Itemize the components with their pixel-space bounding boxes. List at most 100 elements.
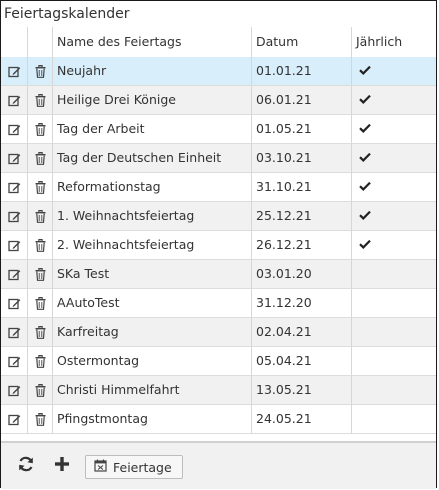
delete-button[interactable] [28, 144, 53, 172]
edit-icon [7, 268, 21, 281]
delete-button[interactable] [28, 405, 53, 433]
table-row[interactable]: Pfingstmontag 24.05.21 [1, 405, 436, 434]
trash-icon [35, 296, 46, 310]
holiday-name: Tag der Arbeit [53, 115, 252, 143]
header-edit-column [1, 27, 28, 57]
trash-icon [35, 325, 46, 339]
holiday-name: SKa Test [53, 260, 252, 288]
edit-button[interactable] [1, 57, 28, 85]
delete-button[interactable] [28, 173, 53, 201]
trash-icon [35, 122, 46, 136]
grid-toolbar: Feiertage [1, 441, 436, 489]
refresh-button[interactable] [15, 455, 37, 477]
holiday-date: 31.12.20 [252, 289, 352, 317]
holiday-date: 26.12.21 [252, 231, 352, 259]
holiday-name: Ostermontag [53, 347, 252, 375]
holiday-name: 2. Weihnachtsfeiertag [53, 231, 252, 259]
delete-button[interactable] [28, 57, 53, 85]
edit-button[interactable] [1, 347, 28, 375]
check-icon [359, 57, 371, 85]
holiday-date: 03.01.20 [252, 260, 352, 288]
holiday-date: 03.10.21 [252, 144, 352, 172]
trash-icon [35, 238, 46, 252]
holiday-calendar-panel: Feiertagskalender Name des Feiertags Dat… [0, 0, 437, 489]
edit-icon [7, 413, 21, 426]
holiday-yearly [352, 347, 435, 375]
panel-title: Feiertagskalender [1, 1, 436, 28]
table-row[interactable]: Tag der Deutschen Einheit 03.10.21 [1, 144, 436, 173]
holidays-button[interactable]: Feiertage [85, 455, 183, 479]
calendar-icon [94, 459, 107, 475]
holiday-name: Pfingstmontag [53, 405, 252, 433]
holiday-yearly [352, 57, 435, 85]
holiday-yearly [352, 376, 435, 404]
trash-icon [35, 93, 46, 107]
table-row[interactable]: Karfreitag 02.04.21 [1, 318, 436, 347]
table-row[interactable]: Reformationstag 31.10.21 [1, 173, 436, 202]
check-icon [359, 231, 371, 259]
edit-icon [7, 123, 21, 136]
holiday-date: 13.05.21 [252, 376, 352, 404]
table-row[interactable]: 2. Weihnachtsfeiertag 26.12.21 [1, 231, 436, 260]
edit-icon [7, 210, 21, 223]
delete-button[interactable] [28, 231, 53, 259]
holiday-yearly [352, 86, 435, 114]
edit-button[interactable] [1, 405, 28, 433]
trash-icon [35, 209, 46, 223]
delete-button[interactable] [28, 202, 53, 230]
holiday-name: Heilige Drei Könige [53, 86, 252, 114]
delete-button[interactable] [28, 376, 53, 404]
table-row[interactable]: Neujahr 01.01.21 [1, 57, 436, 86]
holiday-date: 01.01.21 [252, 57, 352, 85]
edit-button[interactable] [1, 173, 28, 201]
table-row[interactable]: Christi Himmelfahrt 13.05.21 [1, 376, 436, 405]
delete-button[interactable] [28, 115, 53, 143]
holiday-yearly [352, 289, 435, 317]
delete-button[interactable] [28, 289, 53, 317]
table-row[interactable]: Heilige Drei Könige 06.01.21 [1, 86, 436, 115]
edit-button[interactable] [1, 115, 28, 143]
plus-icon [54, 456, 70, 476]
edit-button[interactable] [1, 86, 28, 114]
holiday-date: 25.12.21 [252, 202, 352, 230]
delete-button[interactable] [28, 86, 53, 114]
edit-icon [7, 152, 21, 165]
holiday-date: 02.04.21 [252, 318, 352, 346]
header-yearly[interactable]: Jährlich [352, 27, 435, 57]
edit-button[interactable] [1, 202, 28, 230]
table-row[interactable]: Ostermontag 05.04.21 [1, 347, 436, 376]
table-row[interactable]: 1. Weihnachtsfeiertag 25.12.21 [1, 202, 436, 231]
add-holiday-button[interactable] [51, 455, 73, 477]
holiday-date: 05.04.21 [252, 347, 352, 375]
edit-icon [7, 297, 21, 310]
delete-button[interactable] [28, 318, 53, 346]
header-date[interactable]: Datum [252, 27, 352, 57]
table-row[interactable]: AAutoTest 31.12.20 [1, 289, 436, 318]
edit-icon [7, 326, 21, 339]
edit-icon [7, 181, 21, 194]
table-row[interactable]: Tag der Arbeit 01.05.21 [1, 115, 436, 144]
holiday-yearly [352, 173, 435, 201]
edit-button[interactable] [1, 318, 28, 346]
trash-icon [35, 180, 46, 194]
holiday-name: Neujahr [53, 57, 252, 85]
edit-button[interactable] [1, 231, 28, 259]
table-row[interactable]: SKa Test 03.01.20 [1, 260, 436, 289]
check-icon [359, 202, 371, 230]
holiday-name: Christi Himmelfahrt [53, 376, 252, 404]
holiday-yearly [352, 405, 435, 433]
holiday-date: 31.10.21 [252, 173, 352, 201]
header-delete-column [28, 27, 53, 57]
holidays-button-label: Feiertage [113, 459, 172, 475]
trash-icon [35, 412, 46, 426]
edit-button[interactable] [1, 376, 28, 404]
holiday-name: 1. Weihnachtsfeiertag [53, 202, 252, 230]
delete-button[interactable] [28, 260, 53, 288]
delete-button[interactable] [28, 347, 53, 375]
edit-button[interactable] [1, 289, 28, 317]
edit-icon [7, 239, 21, 252]
holiday-date: 24.05.21 [252, 405, 352, 433]
edit-button[interactable] [1, 144, 28, 172]
edit-button[interactable] [1, 260, 28, 288]
header-name[interactable]: Name des Feiertags [53, 27, 252, 57]
